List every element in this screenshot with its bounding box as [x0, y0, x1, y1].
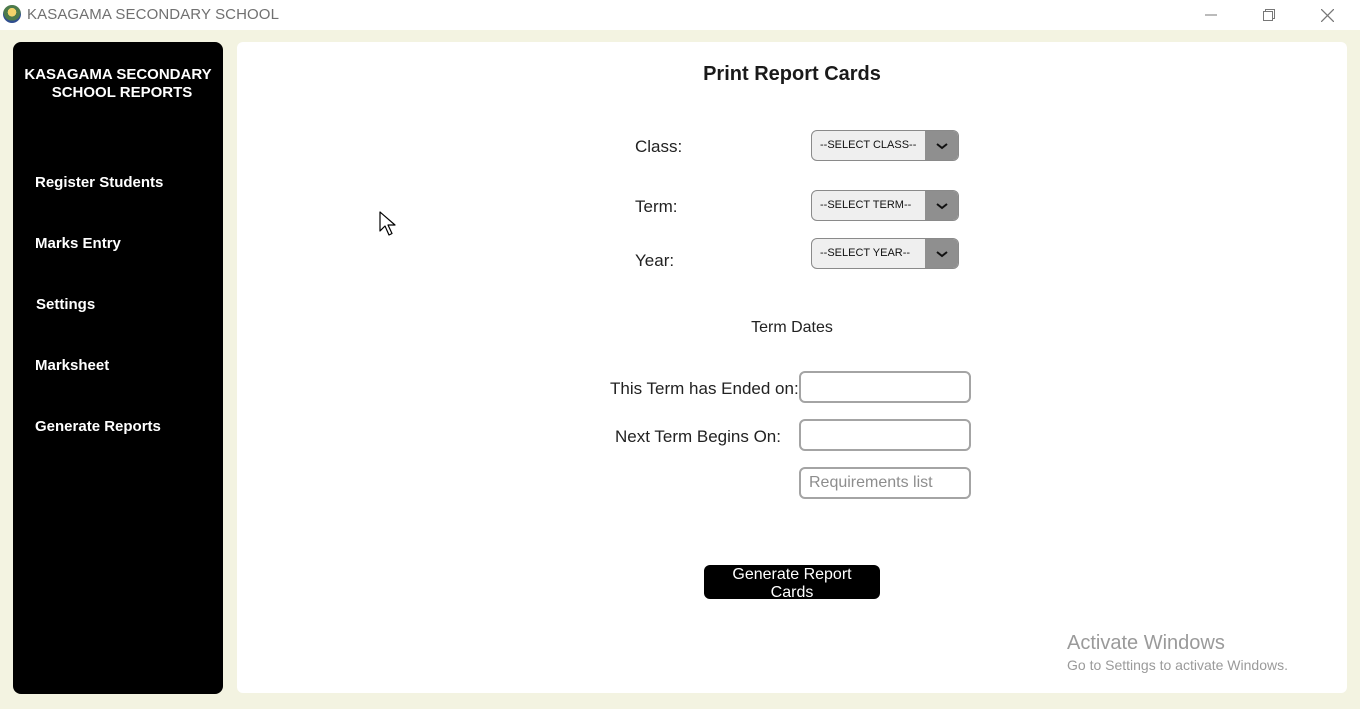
close-icon [1320, 8, 1334, 22]
watermark-line-2: Go to Settings to activate Windows. [1067, 657, 1288, 673]
watermark-line-1: Activate Windows [1067, 632, 1225, 654]
year-select[interactable]: --SELECT YEAR-- [811, 238, 959, 269]
sidebar-item-marksheet[interactable]: Marksheet [35, 357, 109, 374]
next-term-label: Next Term Begins On: [615, 427, 781, 446]
next-term-field[interactable] [799, 419, 971, 451]
close-button[interactable] [1298, 0, 1356, 30]
sidebar-item-generate-reports[interactable]: Generate Reports [35, 418, 161, 435]
minimize-icon [1205, 14, 1217, 16]
chevron-down-icon[interactable] [925, 191, 958, 220]
term-select-value: --SELECT TERM-- [820, 199, 912, 211]
chevron-down-icon[interactable] [925, 239, 958, 268]
main-panel: Print Report Cards Class: --SELECT CLASS… [237, 42, 1347, 693]
class-select[interactable]: --SELECT CLASS-- [811, 130, 959, 161]
term-label: Term: [635, 197, 678, 216]
class-label: Class: [635, 137, 683, 156]
year-select-value: --SELECT YEAR-- [820, 247, 911, 259]
class-select-value: --SELECT CLASS-- [820, 139, 917, 151]
sidebar-brand: KASAGAMA SECONDARY SCHOOL REPORTS [13, 66, 223, 102]
term-dates-heading: Term Dates [751, 319, 833, 336]
minimize-button[interactable] [1182, 0, 1240, 30]
maximize-button[interactable] [1240, 0, 1298, 30]
page-title: Print Report Cards [703, 63, 881, 85]
activation-watermark: Activate Windows Go to Settings to activ… [1067, 632, 1288, 673]
term-ended-label: This Term has Ended on: [610, 379, 799, 398]
sidebar-item-marks-entry[interactable]: Marks Entry [35, 235, 121, 252]
maximize-icon [1263, 9, 1275, 21]
brand-line-2: SCHOOL REPORTS [51, 84, 193, 101]
mouse-pointer-icon [379, 211, 396, 236]
sidebar-item-settings[interactable]: Settings [36, 296, 95, 313]
year-label: Year: [635, 251, 675, 270]
brand-line-1: KASAGAMA SECONDARY [24, 66, 212, 83]
sidebar-item-register-students[interactable]: Register Students [35, 174, 163, 191]
window-title: KASAGAMA SECONDARY SCHOOL [27, 6, 280, 23]
sidebar: KASAGAMA SECONDARY SCHOOL REPORTS Regist… [13, 42, 223, 694]
school-logo-icon [3, 5, 21, 23]
term-ended-field[interactable] [799, 371, 971, 403]
chevron-down-icon[interactable] [925, 131, 958, 160]
generate-report-cards-button[interactable]: Generate Report Cards [704, 565, 880, 601]
requirements-field[interactable] [799, 467, 971, 499]
title-bar: KASAGAMA SECONDARY SCHOOL [0, 0, 1360, 30]
term-select[interactable]: --SELECT TERM-- [811, 190, 959, 221]
